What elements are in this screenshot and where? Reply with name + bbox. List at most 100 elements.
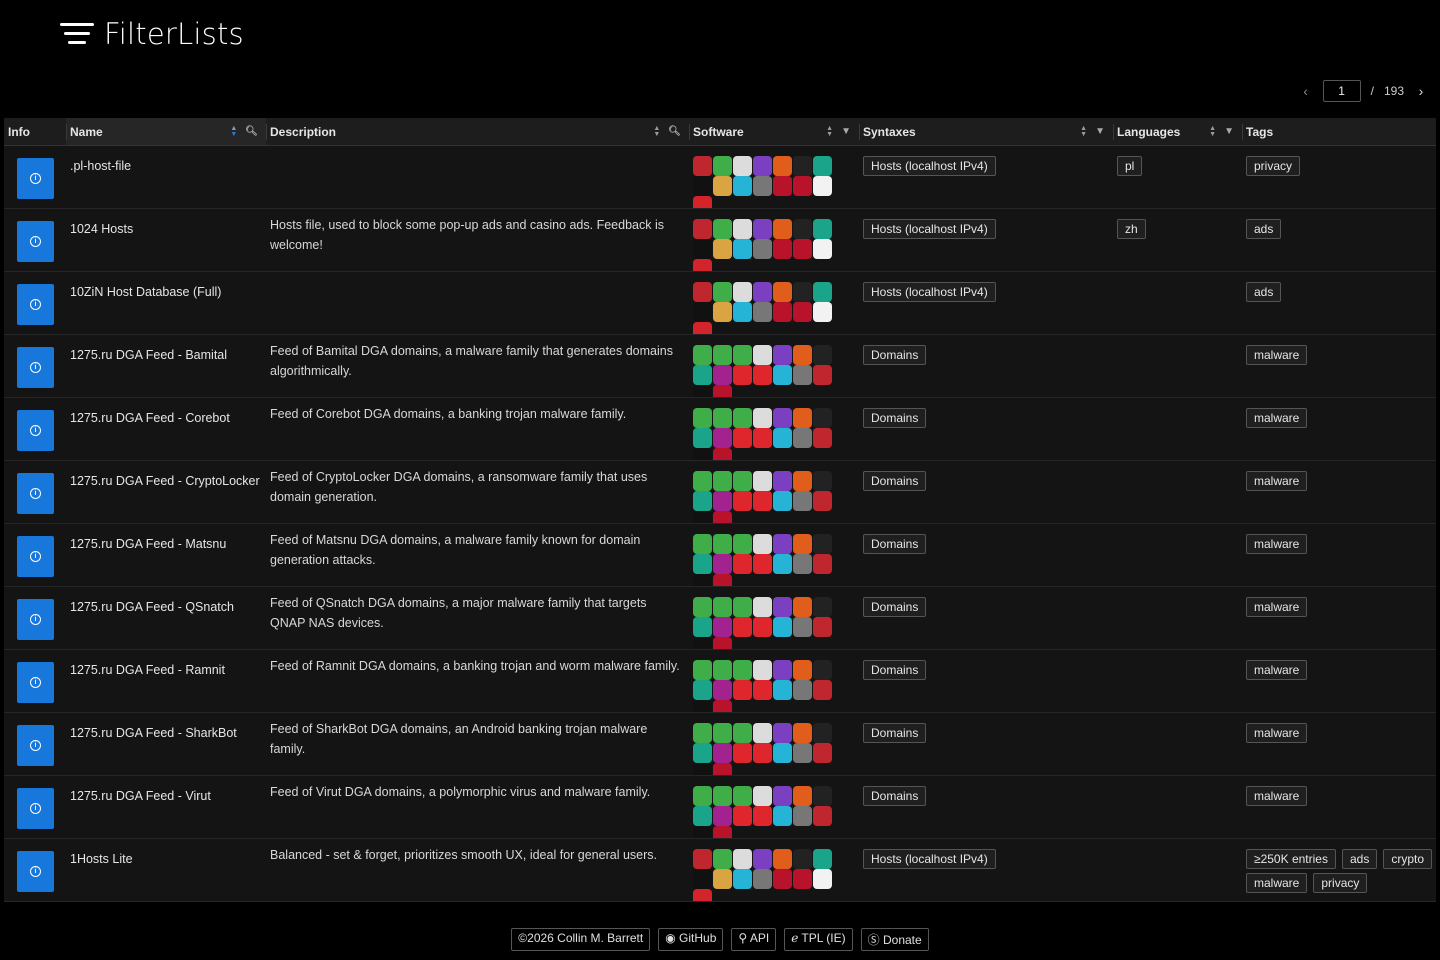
software-icon[interactable] bbox=[733, 471, 752, 491]
software-icon[interactable] bbox=[793, 617, 812, 637]
software-icon[interactable] bbox=[733, 680, 752, 700]
list-name[interactable]: 1275.ru DGA Feed - Bamital bbox=[70, 341, 262, 365]
software-icon[interactable] bbox=[773, 723, 792, 743]
sort-software-icon[interactable]: ▲ ▼ bbox=[826, 125, 833, 138]
previous-page-icon[interactable]: ‹ bbox=[1299, 83, 1313, 99]
software-icon[interactable] bbox=[813, 219, 832, 239]
software-icon[interactable] bbox=[733, 219, 752, 239]
list-name[interactable]: 1275.ru DGA Feed - Matsnu bbox=[70, 530, 262, 554]
syntax-tag[interactable]: Domains bbox=[863, 408, 927, 428]
software-icon[interactable] bbox=[693, 448, 712, 460]
software-icon[interactable] bbox=[793, 869, 812, 889]
software-icon[interactable] bbox=[793, 806, 812, 826]
software-icon[interactable] bbox=[773, 869, 792, 889]
software-icon[interactable] bbox=[813, 723, 832, 743]
language-tag[interactable]: pl bbox=[1117, 156, 1143, 176]
software-icon[interactable] bbox=[753, 597, 772, 617]
software-icon[interactable] bbox=[733, 617, 752, 637]
syntax-tag[interactable]: Domains bbox=[863, 534, 927, 554]
software-icon[interactable] bbox=[693, 196, 712, 208]
software-icon[interactable] bbox=[693, 869, 712, 889]
software-icon[interactable] bbox=[753, 428, 772, 448]
software-icon[interactable] bbox=[693, 806, 712, 826]
software-icon[interactable] bbox=[753, 849, 772, 869]
list-name[interactable]: 1275.ru DGA Feed - Ramnit bbox=[70, 656, 262, 680]
software-icon[interactable] bbox=[773, 680, 792, 700]
tag-badge[interactable]: malware bbox=[1246, 786, 1308, 806]
software-icon[interactable] bbox=[713, 176, 732, 196]
software-icon[interactable] bbox=[813, 597, 832, 617]
software-icon[interactable] bbox=[693, 365, 712, 385]
software-icon[interactable] bbox=[773, 743, 792, 763]
syntax-tag[interactable]: Hosts (localhost IPv4) bbox=[863, 849, 996, 869]
software-icon[interactable] bbox=[793, 849, 812, 869]
software-icon[interactable] bbox=[693, 259, 712, 271]
column-header-syntaxes[interactable]: Syntaxes ▲ ▼ ▼ bbox=[859, 118, 1113, 145]
software-icon[interactable] bbox=[793, 156, 812, 176]
software-icon[interactable] bbox=[753, 723, 772, 743]
software-icon[interactable] bbox=[793, 554, 812, 574]
software-icon[interactable] bbox=[693, 282, 712, 302]
software-icon[interactable] bbox=[793, 408, 812, 428]
software-icon[interactable] bbox=[733, 345, 752, 365]
software-icon[interactable] bbox=[773, 849, 792, 869]
sort-name-icon[interactable]: ▲ ▼ bbox=[230, 125, 237, 138]
software-icon[interactable] bbox=[693, 176, 712, 196]
software-icon[interactable] bbox=[693, 428, 712, 448]
software-icon[interactable] bbox=[793, 302, 812, 322]
software-icon[interactable] bbox=[813, 365, 832, 385]
column-header-tags[interactable]: Tags bbox=[1242, 118, 1436, 145]
page-number-input[interactable] bbox=[1322, 80, 1361, 102]
list-name[interactable]: 1275.ru DGA Feed - SharkBot bbox=[70, 719, 262, 743]
software-icon[interactable] bbox=[773, 156, 792, 176]
software-icon[interactable] bbox=[773, 806, 792, 826]
software-icon[interactable] bbox=[793, 345, 812, 365]
tag-badge[interactable]: malware bbox=[1246, 345, 1308, 365]
syntax-tag[interactable]: Hosts (localhost IPv4) bbox=[863, 282, 996, 302]
software-icon[interactable] bbox=[713, 786, 732, 806]
software-icon[interactable] bbox=[693, 554, 712, 574]
software-icon[interactable] bbox=[793, 660, 812, 680]
software-icon[interactable] bbox=[713, 491, 732, 511]
software-icon[interactable] bbox=[713, 428, 732, 448]
search-name-icon[interactable]: 🔍︎ bbox=[245, 126, 258, 137]
software-icon[interactable] bbox=[773, 302, 792, 322]
software-icon[interactable] bbox=[733, 597, 752, 617]
software-icon[interactable] bbox=[713, 448, 732, 460]
software-icon[interactable] bbox=[753, 239, 772, 259]
software-icon[interactable] bbox=[773, 534, 792, 554]
software-icon[interactable] bbox=[733, 428, 752, 448]
software-icon[interactable] bbox=[753, 302, 772, 322]
software-icon[interactable] bbox=[693, 574, 712, 586]
tag-badge[interactable]: malware bbox=[1246, 660, 1308, 680]
software-icon[interactable] bbox=[733, 365, 752, 385]
tag-badge[interactable]: malware bbox=[1246, 534, 1308, 554]
software-icon[interactable] bbox=[693, 723, 712, 743]
software-icon[interactable] bbox=[753, 806, 772, 826]
api-button[interactable]: ⚲ API bbox=[731, 928, 777, 951]
software-icon[interactable] bbox=[713, 700, 732, 712]
software-icon[interactable] bbox=[713, 826, 732, 838]
software-icon[interactable] bbox=[713, 617, 732, 637]
software-icon[interactable] bbox=[693, 471, 712, 491]
software-icon[interactable] bbox=[793, 786, 812, 806]
software-icon[interactable] bbox=[773, 239, 792, 259]
software-icon[interactable] bbox=[693, 826, 712, 838]
software-icon[interactable] bbox=[773, 597, 792, 617]
software-icon[interactable] bbox=[793, 239, 812, 259]
software-icon[interactable] bbox=[753, 680, 772, 700]
list-name[interactable]: .pl-host-file bbox=[70, 152, 262, 176]
software-icon[interactable] bbox=[713, 302, 732, 322]
donate-button[interactable]: Ⓢ Donate bbox=[860, 928, 929, 951]
filter-lines-icon[interactable] bbox=[60, 21, 94, 47]
syntax-tag[interactable]: Domains bbox=[863, 786, 927, 806]
info-button[interactable]: i bbox=[17, 473, 54, 514]
syntax-tag[interactable]: Domains bbox=[863, 660, 927, 680]
list-name[interactable]: 1275.ru DGA Feed - Corebot bbox=[70, 404, 262, 428]
software-icon[interactable] bbox=[753, 156, 772, 176]
software-icon[interactable] bbox=[773, 786, 792, 806]
software-icon[interactable] bbox=[733, 786, 752, 806]
software-icon[interactable] bbox=[693, 660, 712, 680]
software-icon[interactable] bbox=[813, 408, 832, 428]
software-icon[interactable] bbox=[813, 428, 832, 448]
